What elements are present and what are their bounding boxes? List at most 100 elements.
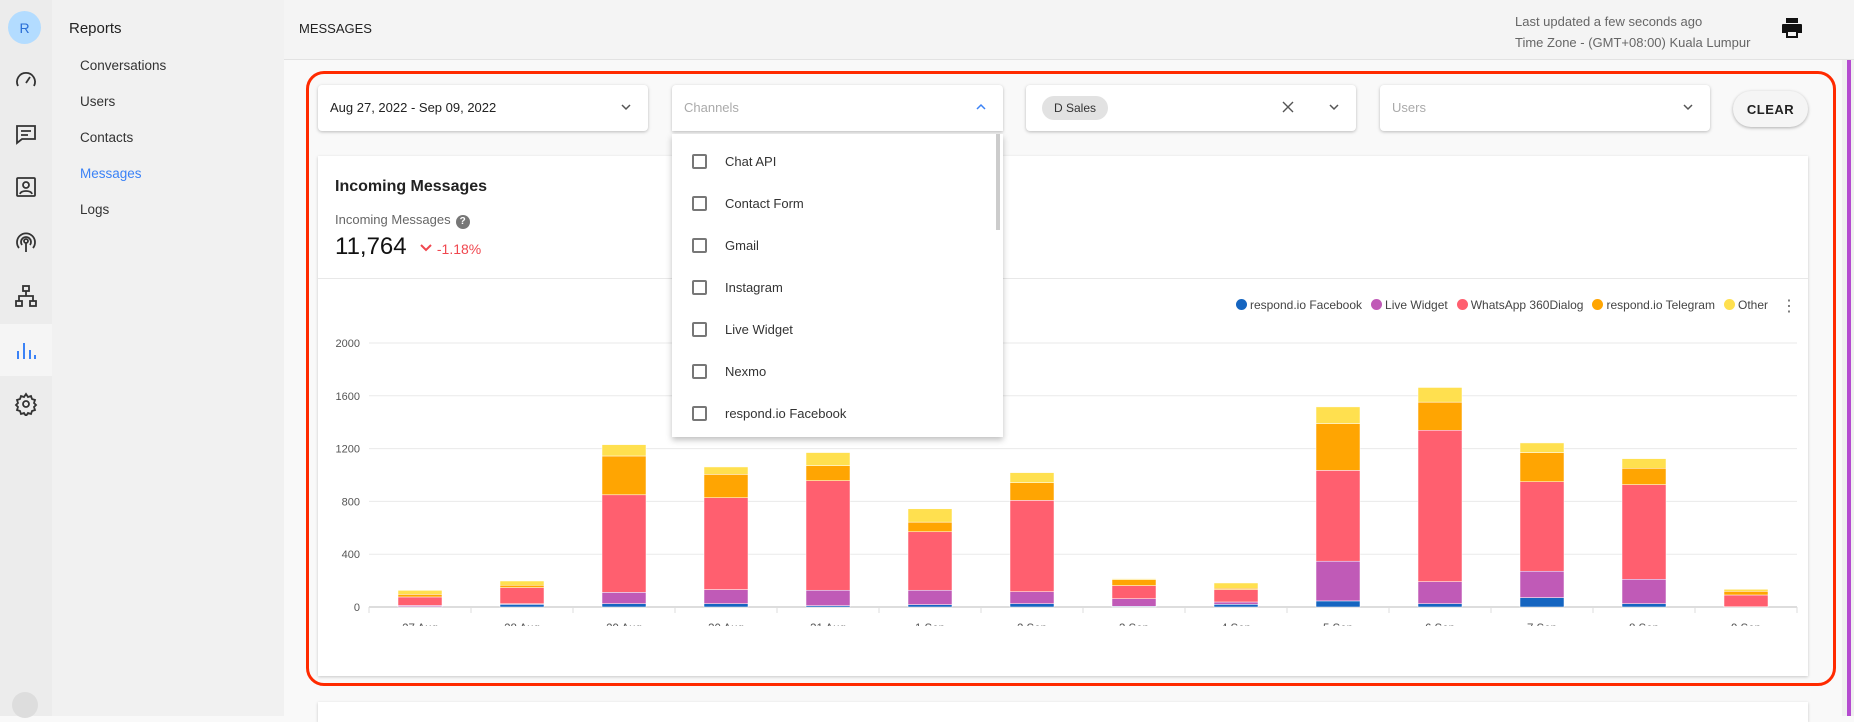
legend-item[interactable]: Live Widget — [1371, 298, 1448, 312]
bar-segment — [1520, 482, 1564, 571]
legend-item[interactable]: Other — [1724, 298, 1768, 312]
x-tick-label: 29 Aug — [606, 623, 642, 626]
more-options-icon[interactable]: ⋮ — [1781, 296, 1797, 316]
bar-segment — [1418, 582, 1462, 604]
bar-segment — [1520, 598, 1564, 607]
page-title: MESSAGES — [299, 21, 372, 36]
channel-option[interactable]: Chat API — [672, 140, 992, 182]
users-placeholder: Users — [1392, 100, 1426, 115]
checkbox[interactable] — [692, 154, 707, 169]
checkbox[interactable] — [692, 238, 707, 253]
bar-segment — [1418, 604, 1462, 607]
metric-value: 11,764 — [335, 233, 407, 261]
checkbox[interactable] — [692, 196, 707, 211]
bar-segment — [398, 597, 442, 605]
bar-segment — [500, 588, 544, 604]
x-tick-label: 5 Sep — [1323, 623, 1353, 626]
bar-segment — [602, 604, 646, 607]
bar-segment — [806, 590, 850, 605]
clear-selection-icon[interactable] — [1280, 99, 1296, 115]
users-select[interactable]: Users — [1380, 85, 1710, 131]
channel-option-label: respond.io Facebook — [725, 406, 846, 421]
y-tick-label: 800 — [342, 496, 360, 508]
x-tick-label: 6 Sep — [1425, 623, 1455, 626]
user-avatar[interactable] — [12, 692, 38, 718]
team-chip[interactable]: D Sales — [1042, 96, 1108, 120]
legend-swatch — [1371, 299, 1382, 310]
team-select[interactable]: D Sales — [1026, 85, 1356, 131]
broadcast-icon[interactable] — [0, 216, 52, 268]
channel-option[interactable]: Live Widget — [672, 308, 992, 350]
legend-swatch — [1724, 299, 1735, 310]
metric-delta: -1.18% — [419, 241, 481, 257]
bar-segment — [1622, 604, 1666, 607]
bar-segment — [704, 590, 748, 604]
x-tick-label: 28 Aug — [504, 623, 540, 626]
x-tick-label: 9 Sep — [1731, 623, 1761, 626]
chevron-down-icon — [618, 99, 634, 115]
legend-item[interactable]: WhatsApp 360Dialog — [1457, 298, 1584, 312]
bar-segment — [1316, 561, 1360, 601]
subnav-item-contacts[interactable]: Contacts — [80, 130, 133, 145]
y-tick-label: 2000 — [336, 338, 360, 350]
subnav-item-messages[interactable]: Messages — [80, 166, 142, 181]
bar-segment — [806, 453, 850, 466]
y-tick-label: 1600 — [336, 391, 360, 403]
reports-icon[interactable] — [0, 324, 52, 376]
subnav-item-conversations[interactable]: Conversations — [80, 58, 166, 73]
page-header: MESSAGES Last updated a few seconds ago … — [284, 0, 1854, 60]
bar-segment — [704, 604, 748, 607]
checkbox[interactable] — [692, 364, 707, 379]
divider — [318, 278, 1808, 279]
checkbox[interactable] — [692, 280, 707, 295]
bar-segment — [1214, 590, 1258, 602]
metric-label: Incoming Messages? — [335, 212, 470, 229]
y-tick-label: 1200 — [336, 444, 360, 456]
legend-item[interactable]: respond.io Telegram — [1592, 298, 1715, 312]
speedometer-icon[interactable] — [0, 54, 52, 106]
workspace-avatar[interactable]: R — [8, 11, 41, 44]
channels-select[interactable]: Channels — [672, 85, 1003, 131]
bar-segment — [908, 509, 952, 522]
scrollbar-thumb[interactable] — [1847, 60, 1851, 716]
legend-label: Live Widget — [1385, 298, 1448, 312]
bar-segment — [1010, 483, 1054, 501]
bar-segment — [1724, 591, 1768, 595]
page-scrollbar[interactable] — [1842, 60, 1854, 716]
chat-icon[interactable] — [0, 108, 52, 160]
channel-option[interactable]: Gmail — [672, 224, 992, 266]
bar-segment — [1112, 580, 1156, 586]
workflow-icon[interactable] — [0, 270, 52, 322]
dropdown-scrollbar[interactable] — [996, 134, 1000, 230]
bar-segment — [908, 532, 952, 590]
checkbox[interactable] — [692, 322, 707, 337]
date-range-value: Aug 27, 2022 - Sep 09, 2022 — [330, 100, 496, 115]
channels-placeholder: Channels — [684, 100, 739, 115]
next-card — [318, 702, 1808, 722]
metric-label-text: Incoming Messages — [335, 212, 451, 227]
x-tick-label: 7 Sep — [1527, 623, 1557, 626]
subnav-item-users[interactable]: Users — [80, 94, 115, 109]
subnav-item-logs[interactable]: Logs — [80, 202, 109, 217]
checkbox[interactable] — [692, 406, 707, 421]
bar-segment — [704, 498, 748, 590]
settings-icon[interactable] — [0, 378, 52, 430]
print-icon[interactable] — [1780, 16, 1804, 40]
channel-option[interactable]: Instagram — [672, 266, 992, 308]
metric-delta-text: -1.18% — [437, 241, 481, 257]
channel-option[interactable]: Contact Form — [672, 182, 992, 224]
chevron-down-icon — [1680, 99, 1696, 115]
channel-option[interactable]: Nexmo — [672, 350, 992, 392]
bar-segment — [908, 605, 952, 607]
clear-button[interactable]: CLEAR — [1733, 91, 1808, 127]
chart-legend: respond.io Facebook Live Widget WhatsApp 3… — [1236, 298, 1768, 312]
help-icon[interactable]: ? — [456, 215, 470, 229]
contact-icon[interactable] — [0, 161, 52, 213]
channel-option[interactable]: respond.io Facebook — [672, 392, 992, 434]
legend-item[interactable]: respond.io Facebook — [1236, 298, 1362, 312]
y-tick-label: 400 — [342, 549, 360, 561]
x-tick-label: 1 Sep — [915, 623, 945, 626]
date-range-picker[interactable]: Aug 27, 2022 - Sep 09, 2022 — [318, 85, 648, 131]
bar-segment — [1010, 473, 1054, 483]
x-tick-label: 2 Sep — [1017, 623, 1047, 626]
